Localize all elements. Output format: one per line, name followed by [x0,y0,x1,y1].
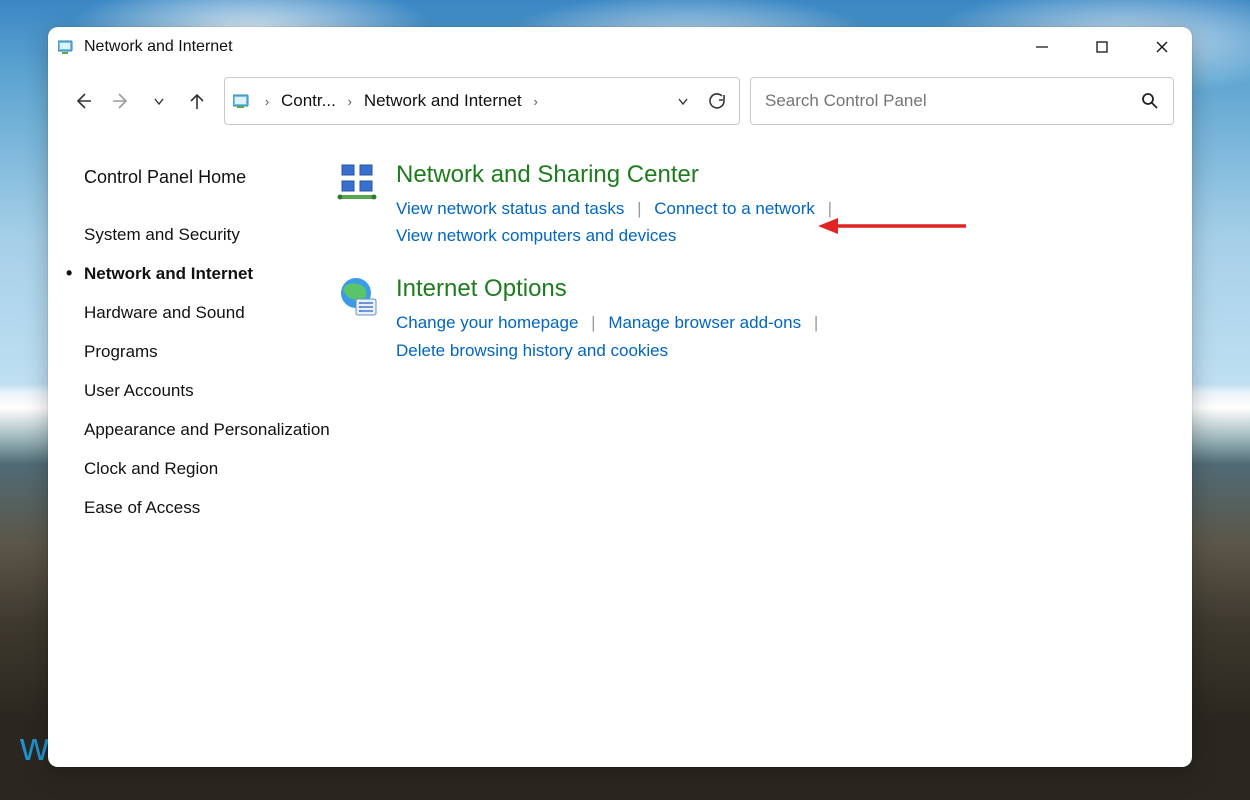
chevron-right-icon[interactable]: › [342,94,358,109]
nav-up-button[interactable] [180,84,214,118]
connect-to-network-link[interactable]: Connect to a network [654,199,815,218]
nav-forward-button[interactable] [104,84,138,118]
network-sharing-icon [334,161,384,211]
divider: | [820,199,840,218]
address-history-dropdown[interactable] [667,93,699,109]
sidebar-item-clock-region[interactable]: Clock and Region [84,450,334,489]
window-title: Network and Internet [84,38,233,56]
window-body: Control Panel Home System and Security N… [48,143,1192,767]
nav-recent-dropdown[interactable] [142,84,176,118]
change-homepage-link[interactable]: Change your homepage [396,313,578,332]
chevron-right-icon[interactable]: › [528,94,544,109]
maximize-button[interactable] [1072,27,1132,67]
control-panel-home-link[interactable]: Control Panel Home [84,167,334,188]
sidebar-item-appearance-personalization[interactable]: Appearance and Personalization [84,411,334,450]
window-controls [1012,27,1192,67]
refresh-button[interactable] [701,91,733,111]
chevron-right-icon[interactable]: › [259,94,275,109]
titlebar: Network and Internet [48,27,1192,67]
view-network-computers-link[interactable]: View network computers and devices [396,226,676,245]
control-panel-window: Network and Internet [48,27,1192,767]
close-button[interactable] [1132,27,1192,67]
minimize-button[interactable] [1012,27,1072,67]
sidebar: Control Panel Home System and Security N… [84,161,334,767]
address-bar[interactable]: › Contr... › Network and Internet › [224,77,740,125]
search-box[interactable] [750,77,1174,125]
sidebar-item-user-accounts[interactable]: User Accounts [84,372,334,411]
delete-browsing-history-link[interactable]: Delete browsing history and cookies [396,341,668,360]
main-content: Network and Sharing Center View network … [334,161,1192,767]
sidebar-item-network-internet[interactable]: Network and Internet [84,255,334,294]
view-network-status-link[interactable]: View network status and tasks [396,199,624,218]
internet-options-icon [334,275,384,325]
sidebar-item-ease-of-access[interactable]: Ease of Access [84,489,334,528]
nav-toolbar: › Contr... › Network and Internet › [48,67,1192,143]
breadcrumb-control-panel[interactable]: Contr... [277,91,340,111]
breadcrumb-network-internet[interactable]: Network and Internet [360,91,526,111]
divider: | [583,313,603,332]
nav-back-button[interactable] [66,84,100,118]
manage-addons-link[interactable]: Manage browser add-ons [608,313,801,332]
section-internet-options: Internet Options Change your homepage | … [334,275,1162,363]
sidebar-category-list: System and Security Network and Internet… [84,216,334,528]
search-icon[interactable] [1139,92,1161,110]
divider: | [806,313,826,332]
control-panel-icon [58,39,76,55]
nav-buttons [66,84,214,118]
breadcrumb-icon [233,92,253,110]
divider: | [629,199,649,218]
section-network-sharing-center: Network and Sharing Center View network … [334,161,1162,249]
sidebar-item-system-security[interactable]: System and Security [84,216,334,255]
sidebar-item-hardware-sound[interactable]: Hardware and Sound [84,294,334,333]
network-sharing-center-link[interactable]: Network and Sharing Center [396,161,699,189]
search-input[interactable] [763,90,1139,112]
internet-options-link[interactable]: Internet Options [396,275,567,303]
sidebar-item-programs[interactable]: Programs [84,333,334,372]
